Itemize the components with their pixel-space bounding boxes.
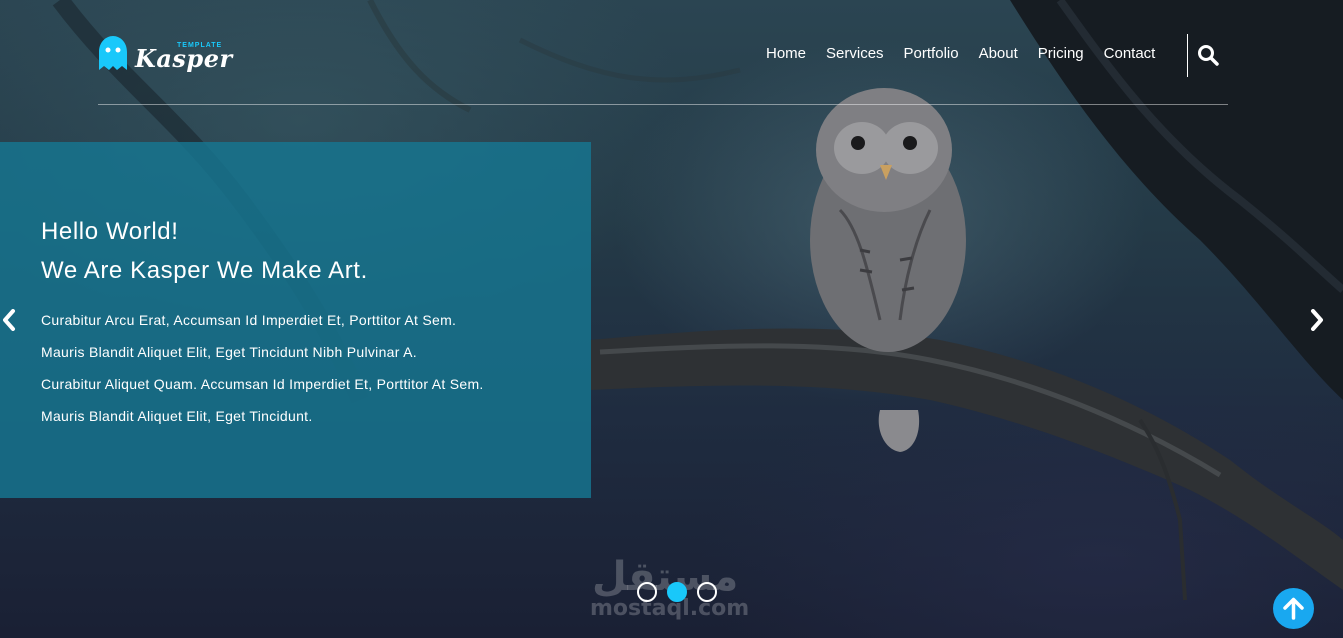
- nav-item-services[interactable]: Services: [816, 44, 894, 64]
- hero-title-line-1: Hello World!: [41, 218, 179, 245]
- hero-paragraph-line: Mauris Blandit Aliquet Elit, Eget Tincid…: [41, 408, 313, 424]
- nav-item-contact[interactable]: Contact: [1094, 44, 1166, 64]
- logo-brand-name: Kasper: [135, 44, 233, 73]
- nav-item-home[interactable]: Home: [756, 44, 816, 64]
- arrow-up-icon: [1283, 597, 1304, 620]
- hero-paragraph-line: Mauris Blandit Aliquet Elit, Eget Tincid…: [41, 344, 417, 360]
- hero-title-line-2: We Are Kasper We Make Art.: [41, 257, 368, 284]
- chevron-left-icon: [3, 309, 15, 331]
- scroll-to-top-button[interactable]: [1273, 588, 1314, 629]
- nav-divider: [1187, 34, 1188, 77]
- slider-dots: [637, 582, 727, 602]
- search-icon: [1198, 45, 1219, 66]
- header-divider-line: [98, 104, 1228, 105]
- hero-paragraph-line: Curabitur Aliquet Quam. Accumsan Id Impe…: [41, 376, 484, 392]
- ghost-icon: [99, 36, 127, 70]
- nav-item-portfolio[interactable]: Portfolio: [894, 44, 969, 64]
- main-nav: Home Services Portfolio About Pricing Co…: [756, 44, 1165, 64]
- nav-item-pricing[interactable]: Pricing: [1028, 44, 1094, 64]
- chevron-right-icon: [1311, 309, 1323, 331]
- slider-next-button[interactable]: [1309, 309, 1325, 331]
- hero-section: TEMPLATE Kasper Home Services Portfolio …: [0, 0, 1343, 638]
- slider-dot-2[interactable]: [667, 582, 687, 602]
- slider-dot-1[interactable]: [637, 582, 657, 602]
- search-button[interactable]: [1197, 44, 1219, 66]
- kasper-logo[interactable]: TEMPLATE Kasper: [97, 34, 232, 78]
- hero-paragraph-line: Curabitur Arcu Erat, Accumsan Id Imperdi…: [41, 312, 457, 328]
- nav-item-about[interactable]: About: [969, 44, 1028, 64]
- slider-prev-button[interactable]: [1, 309, 17, 331]
- hero-text-panel: Hello World! We Are Kasper We Make Art. …: [0, 142, 591, 498]
- slider-dot-3[interactable]: [697, 582, 717, 602]
